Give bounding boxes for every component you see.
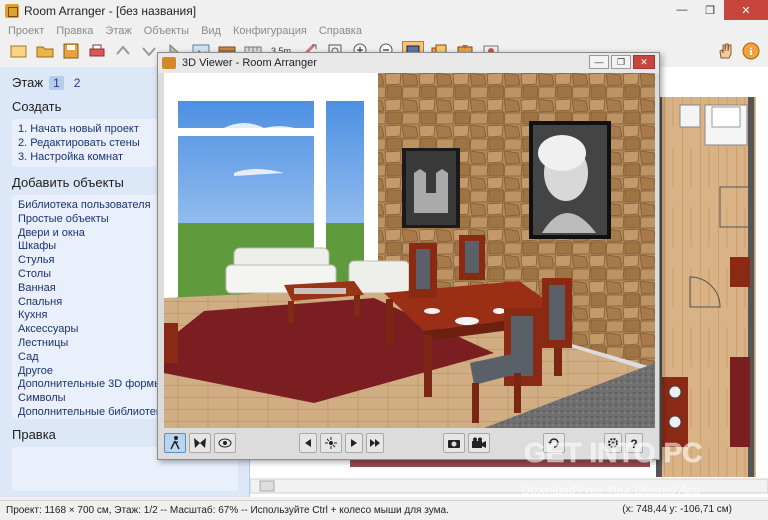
menu-edit[interactable]: Правка bbox=[56, 25, 93, 37]
viewer-controls-bar: ? bbox=[164, 430, 655, 456]
undo-icon[interactable] bbox=[112, 41, 134, 61]
3d-viewer-title: 3D Viewer - Room Arranger bbox=[182, 57, 317, 69]
camera-path-icon[interactable] bbox=[320, 433, 342, 453]
3d-viewer-window[interactable]: 3D Viewer - Room Arranger — ❐ ✕ ? bbox=[157, 52, 660, 460]
svg-text:?: ? bbox=[630, 437, 637, 449]
print-icon[interactable] bbox=[86, 41, 108, 61]
menu-floor[interactable]: Этаж bbox=[105, 25, 131, 37]
menu-view[interactable]: Вид bbox=[201, 25, 221, 37]
maximize-button[interactable]: ❐ bbox=[696, 0, 724, 20]
menu-project[interactable]: Проект bbox=[8, 25, 44, 37]
new-file-icon[interactable] bbox=[8, 41, 30, 61]
help-icon[interactable]: ? bbox=[625, 433, 643, 453]
menu-objects[interactable]: Объекты bbox=[144, 25, 189, 37]
fly-icon[interactable] bbox=[189, 433, 211, 453]
window-title: Room Arranger - [без названия] bbox=[24, 4, 197, 18]
menu-bar: Проект Правка Этаж Объекты Вид Конфигура… bbox=[0, 22, 768, 39]
svg-text:i: i bbox=[749, 46, 752, 58]
3d-scene-render bbox=[164, 73, 655, 428]
fast-forward-icon[interactable] bbox=[366, 433, 384, 453]
save-icon[interactable] bbox=[60, 41, 82, 61]
floor-2-tab[interactable]: 2 bbox=[70, 76, 85, 90]
close-button[interactable]: ✕ bbox=[724, 0, 768, 20]
video-icon[interactable] bbox=[468, 433, 490, 453]
viewer-window-controls: — ❐ ✕ bbox=[587, 55, 655, 69]
menu-config[interactable]: Конфигурация bbox=[233, 25, 307, 37]
floor-label: Этаж bbox=[12, 75, 44, 90]
window-controls: — ❐ ✕ bbox=[668, 0, 768, 20]
play-icon[interactable] bbox=[345, 433, 363, 453]
walk-icon[interactable] bbox=[164, 433, 186, 453]
edit-section-title: Правка bbox=[12, 427, 56, 442]
app-icon bbox=[5, 4, 19, 18]
status-bar: Проект: 1168 × 700 см, Этаж: 1/2 -- Масш… bbox=[0, 500, 768, 520]
create-section-title: Создать bbox=[12, 99, 62, 114]
title-bar: Room Arranger - [без названия] — ❐ ✕ bbox=[0, 0, 768, 22]
floor-1-tab[interactable]: 1 bbox=[49, 75, 64, 90]
viewer-close-button[interactable]: ✕ bbox=[633, 55, 655, 69]
3d-scene-viewport[interactable] bbox=[164, 73, 655, 428]
3d-viewer-titlebar[interactable]: 3D Viewer - Room Arranger — ❐ ✕ bbox=[158, 53, 659, 73]
settings-icon[interactable] bbox=[604, 433, 622, 453]
screenshot-icon[interactable] bbox=[443, 433, 465, 453]
minimize-button[interactable]: — bbox=[668, 0, 696, 20]
prev-icon[interactable] bbox=[299, 433, 317, 453]
add-objects-section-title: Добавить объекты bbox=[12, 175, 124, 190]
floor-selector: Этаж 1 2 bbox=[12, 75, 84, 90]
menu-help[interactable]: Справка bbox=[319, 25, 362, 37]
info-icon[interactable]: i bbox=[740, 40, 762, 62]
status-text: Проект: 1168 × 700 см, Этаж: 1/2 -- Масш… bbox=[6, 505, 449, 516]
rotate-icon[interactable] bbox=[543, 433, 565, 453]
viewer-minimize-button[interactable]: — bbox=[589, 55, 609, 69]
hand-tool-icon[interactable] bbox=[714, 40, 736, 62]
eye-icon[interactable] bbox=[214, 433, 236, 453]
viewer-app-icon bbox=[162, 57, 176, 69]
cursor-coordinates: (x: 748,44 y: -106,71 см) bbox=[622, 504, 732, 515]
open-folder-icon[interactable] bbox=[34, 41, 56, 61]
viewer-maximize-button[interactable]: ❐ bbox=[611, 55, 631, 69]
